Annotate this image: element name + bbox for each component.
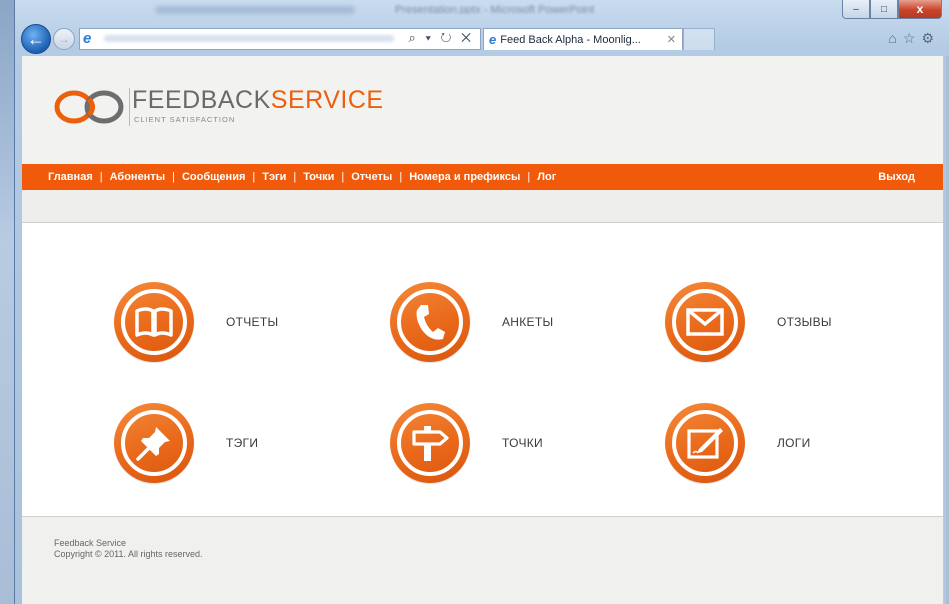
arrow-right-icon: → [58, 32, 70, 46]
sub-header [22, 190, 943, 223]
menu-item-reports[interactable]: Отчеты [351, 171, 392, 183]
infinity-logo-icon [54, 90, 124, 124]
tile-logs[interactable]: ЛОГИ [665, 403, 811, 483]
tab-title: Feed Back Alpha - Moonlig... [500, 33, 641, 46]
footer-copyright: Copyright © 2011. All rights reserved. [54, 549, 203, 559]
tile-surveys[interactable]: АНКЕТЫ [390, 282, 553, 362]
footer: Feedback Service Copyright © 2011. All r… [22, 517, 943, 604]
tile-surveys-circle [390, 282, 470, 362]
new-tab-button[interactable] [683, 28, 715, 50]
logo-text: FEEDBACKSERVICE [132, 86, 384, 115]
signpost-icon [397, 410, 463, 476]
home-icon[interactable]: ⌂ [888, 30, 902, 46]
tile-points-circle [390, 403, 470, 483]
menu-item-log[interactable]: Лог [537, 171, 556, 183]
logo-text-service: SERVICE [270, 86, 384, 114]
envelope-icon [672, 289, 738, 355]
back-button[interactable]: ← [21, 24, 51, 54]
star-icon[interactable]: ☆ [903, 30, 922, 46]
window-controls: – □ x [842, 0, 942, 19]
tile-logs-label: ЛОГИ [777, 436, 811, 450]
forward-button[interactable]: → [53, 28, 75, 50]
menu-separator: | [341, 171, 345, 183]
menu-item-tags[interactable]: Тэги [262, 171, 286, 183]
logo-divider [129, 88, 130, 126]
menu-item-home[interactable]: Главная [48, 171, 93, 183]
title-bar-blur [155, 6, 355, 14]
browser-tab[interactable]: e Feed Back Alpha - Moonlig... ✕ [483, 28, 683, 50]
menu-items: Главная | Абоненты | Сообщения | Тэги | Точк… [48, 171, 556, 183]
tile-tags-label: ТЭГИ [226, 436, 259, 450]
tile-logs-circle [665, 403, 745, 483]
edit-icon [672, 410, 738, 476]
tile-reports[interactable]: ОТЧЕТЫ [114, 282, 278, 362]
logo-tagline: CLIENT SATISFACTION [134, 115, 236, 124]
close-button[interactable]: x [898, 0, 942, 19]
tile-reports-label: ОТЧЕТЫ [226, 315, 279, 329]
navigation-bar: ← → e ⌕ ▾ ↻ ✕ e Feed Back Alpha - Moonli… [15, 22, 949, 56]
menu-separator: | [527, 171, 531, 183]
tile-points[interactable]: ТОЧКИ [390, 403, 543, 483]
url-text [104, 35, 394, 42]
pushpin-icon [121, 410, 187, 476]
logo-text-feedback: FEEDBACK [132, 86, 271, 114]
browser-window: Presentation.pptx - Microsoft PowerPoint… [14, 0, 949, 604]
menu-separator: | [252, 171, 256, 183]
address-bar[interactable]: e ⌕ ▾ ↻ ✕ [79, 28, 481, 50]
footer-company: Feedback Service [54, 538, 127, 548]
tile-reports-circle [114, 282, 194, 362]
menu-item-subscribers[interactable]: Абоненты [110, 171, 166, 183]
tile-points-label: ТОЧКИ [502, 436, 543, 450]
menu-separator: | [172, 171, 175, 183]
browser-tools: ⌂☆⚙ [888, 30, 940, 47]
web-page: FEEDBACKSERVICE CLIENT SATISFACTION Глав… [22, 56, 943, 604]
menu-item-messages[interactable]: Сообщения [182, 171, 245, 183]
arrow-left-icon: ← [27, 28, 45, 49]
main-menu: Главная | Абоненты | Сообщения | Тэги | Точк… [22, 164, 943, 190]
menu-separator: | [399, 171, 403, 183]
maximize-button[interactable]: □ [870, 0, 898, 19]
tile-feedback[interactable]: ОТЗЫВЫ [665, 282, 832, 362]
ie-icon: e [83, 30, 92, 47]
tile-tags[interactable]: ТЭГИ [114, 403, 258, 483]
tile-tags-circle [114, 403, 194, 483]
address-tools[interactable]: ⌕ ▾ ↻ ✕ [409, 30, 474, 46]
tile-surveys-label: АНКЕТЫ [502, 315, 554, 329]
tile-feedback-circle [665, 282, 745, 362]
ie-tab-icon: e [489, 32, 497, 47]
logout-link[interactable]: Выход [878, 171, 915, 183]
menu-separator: | [99, 171, 103, 183]
logo[interactable]: FEEDBACKSERVICE CLIENT SATISFACTION [52, 82, 383, 132]
close-tab-icon[interactable]: ✕ [667, 33, 676, 46]
phone-icon [397, 289, 463, 355]
menu-item-numbers-prefixes[interactable]: Номера и префиксы [409, 171, 520, 183]
menu-item-points[interactable]: Точки [303, 171, 334, 183]
gear-icon[interactable]: ⚙ [921, 30, 940, 46]
book-icon [121, 289, 187, 355]
window-title: Presentation.pptx - Microsoft PowerPoint [395, 4, 595, 14]
title-bar[interactable]: Presentation.pptx - Microsoft PowerPoint… [15, 0, 949, 22]
window-frame-right [943, 56, 949, 604]
dashboard-tiles: ОТЧЕТЫ АНКЕТЫ ОТЗЫВЫ ТЭГИ ТОЧКИ ЛОГИ [22, 223, 943, 517]
menu-separator: | [293, 171, 297, 183]
minimize-button[interactable]: – [842, 0, 870, 19]
tile-feedback-label: ОТЗЫВЫ [777, 315, 832, 329]
